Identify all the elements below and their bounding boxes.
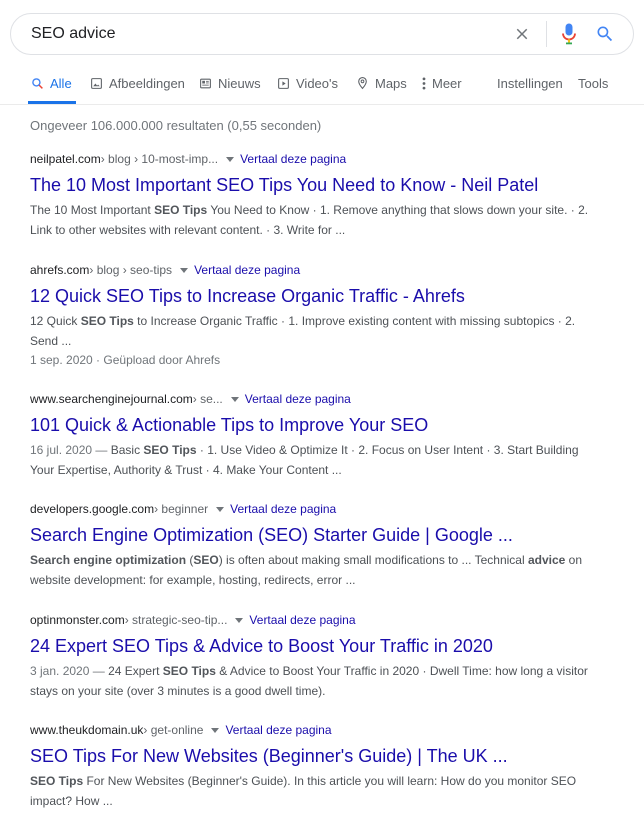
- chevron-down-icon[interactable]: [216, 506, 225, 512]
- search-box[interactable]: [10, 13, 634, 55]
- result-title[interactable]: 101 Quick & Actionable Tips to Improve Y…: [30, 413, 590, 437]
- result-url[interactable]: www.theukdomain.uk › get-online Vertaal …: [30, 722, 590, 738]
- snippet-highlight: SEO Tips: [143, 443, 197, 457]
- result-snippet: 3 jan. 2020 — 24 Expert SEO Tips & Advic…: [30, 662, 590, 701]
- result-path: › strategic-seo-tip...: [124, 613, 228, 627]
- more-vert-icon: [420, 76, 428, 90]
- search-result: optinmonster.com › strategic-seo-tip... …: [30, 612, 590, 701]
- tab-label: Meer: [432, 76, 462, 91]
- tab-settings[interactable]: Instellingen: [497, 76, 563, 104]
- search-icon[interactable]: [587, 14, 623, 54]
- snippet-highlight: SEO Tips: [30, 774, 84, 788]
- result-url[interactable]: optinmonster.com › strategic-seo-tip... …: [30, 612, 590, 628]
- image-icon: [89, 76, 103, 90]
- snippet-highlight: SEO Tips: [154, 203, 208, 217]
- result-stats: Ongeveer 106.000.000 resultaten (0,55 se…: [30, 118, 322, 133]
- snippet-text: The 10 Most Important: [30, 203, 155, 217]
- tab-videos[interactable]: Video's: [276, 76, 338, 104]
- result-domain: www.theukdomain.uk: [30, 723, 144, 737]
- search-result: neilpatel.com › blog › 10-most-imp... Ve…: [30, 151, 590, 240]
- snippet-date: 16 jul. 2020 —: [30, 443, 111, 457]
- chevron-down-icon[interactable]: [180, 267, 189, 273]
- tab-tools[interactable]: Tools: [578, 76, 608, 104]
- result-url[interactable]: neilpatel.com › blog › 10-most-imp... Ve…: [30, 151, 590, 167]
- result-domain: optinmonster.com: [30, 613, 125, 627]
- snippet-highlight: SEO: [193, 553, 219, 567]
- tab-news[interactable]: Nieuws: [198, 76, 261, 104]
- chevron-down-icon[interactable]: [226, 156, 235, 162]
- search-result: ahrefs.com › blog › seo-tips Vertaal dez…: [30, 262, 590, 370]
- search-icon: [30, 76, 44, 90]
- translate-link[interactable]: Vertaal deze pagina: [240, 151, 346, 167]
- snippet-highlight: SEO Tips: [162, 664, 216, 678]
- chevron-down-icon[interactable]: [235, 617, 244, 623]
- result-url[interactable]: developers.google.com › beginner Vertaal…: [30, 501, 590, 517]
- result-domain: ahrefs.com: [30, 263, 90, 277]
- translate-link[interactable]: Vertaal deze pagina: [245, 391, 351, 407]
- result-path: › blog › seo-tips: [89, 263, 173, 277]
- result-path: › get-online: [143, 723, 204, 737]
- tab-more[interactable]: Meer: [420, 76, 462, 104]
- microphone-icon[interactable]: [551, 14, 587, 54]
- snippet-text: 12 Quick: [30, 314, 81, 328]
- result-path: › se...: [192, 392, 223, 406]
- snippet-date: 3 jan. 2020 —: [30, 664, 109, 678]
- translate-link[interactable]: Vertaal deze pagina: [225, 722, 331, 738]
- tab-label: Nieuws: [218, 76, 261, 91]
- map-pin-icon: [355, 76, 369, 90]
- translate-link[interactable]: Vertaal deze pagina: [194, 262, 300, 278]
- result-domain: www.searchenginejournal.com: [30, 392, 193, 406]
- result-domain: developers.google.com: [30, 502, 155, 516]
- video-icon: [276, 76, 290, 90]
- tab-images[interactable]: Afbeeldingen: [89, 76, 185, 104]
- translate-link[interactable]: Vertaal deze pagina: [230, 501, 336, 517]
- result-snippet: The 10 Most Important SEO Tips You Need …: [30, 201, 590, 240]
- snippet-highlight: advice: [527, 553, 566, 567]
- tab-all[interactable]: Alle: [28, 76, 76, 104]
- snippet-text: 24 Expert: [108, 664, 163, 678]
- result-snippet: 16 jul. 2020 — Basic SEO Tips · 1. Use V…: [30, 441, 590, 480]
- tab-label: Video's: [296, 76, 338, 91]
- result-title[interactable]: The 10 Most Important SEO Tips You Need …: [30, 173, 590, 197]
- result-snippet: Search engine optimization (SEO) is ofte…: [30, 551, 590, 590]
- search-result: www.searchenginejournal.com › se... Vert…: [30, 391, 590, 480]
- result-snippet: SEO Tips For New Websites (Beginner's Gu…: [30, 772, 590, 811]
- result-title[interactable]: 24 Expert SEO Tips & Advice to Boost You…: [30, 634, 590, 658]
- result-title[interactable]: SEO Tips For New Websites (Beginner's Gu…: [30, 744, 590, 768]
- chevron-down-icon[interactable]: [230, 396, 239, 402]
- snippet-text: ) is often about making small modificati…: [218, 553, 528, 567]
- search-divider: [546, 21, 547, 47]
- tab-label: Instellingen: [497, 76, 563, 91]
- search-result: www.theukdomain.uk › get-online Vertaal …: [30, 722, 590, 811]
- result-meta: 1 sep. 2020 · Geüpload door Ahrefs: [30, 353, 221, 367]
- tab-label: Afbeeldingen: [109, 76, 185, 91]
- snippet-highlight: SEO Tips: [80, 314, 134, 328]
- snippet-highlight: Search engine optimization: [30, 553, 187, 567]
- clear-icon[interactable]: [502, 14, 542, 54]
- tab-label: Alle: [50, 76, 72, 91]
- result-snippet: 12 Quick SEO Tips to Increase Organic Tr…: [30, 312, 590, 351]
- result-domain: neilpatel.com: [30, 152, 101, 166]
- result-url[interactable]: www.searchenginejournal.com › se... Vert…: [30, 391, 590, 407]
- result-title[interactable]: 12 Quick SEO Tips to Increase Organic Tr…: [30, 284, 590, 308]
- chevron-down-icon[interactable]: [211, 727, 220, 733]
- result-path: › blog › 10-most-imp...: [100, 152, 219, 166]
- result-url[interactable]: ahrefs.com › blog › seo-tips Vertaal dez…: [30, 262, 590, 278]
- result-title[interactable]: Search Engine Optimization (SEO) Starter…: [30, 523, 590, 547]
- search-result: developers.google.com › beginner Vertaal…: [30, 501, 590, 590]
- search-tabs: Alle Afbeeldingen Nieuws Video's Maps Me…: [0, 70, 644, 105]
- snippet-text: For New Websites (Beginner's Guide). In …: [30, 774, 577, 808]
- tab-label: Maps: [375, 76, 407, 91]
- tab-label: Tools: [578, 76, 609, 91]
- search-input[interactable]: [31, 25, 491, 43]
- snippet-text: Basic: [110, 443, 144, 457]
- translate-link[interactable]: Vertaal deze pagina: [249, 612, 355, 628]
- news-icon: [198, 76, 212, 90]
- tab-maps[interactable]: Maps: [355, 76, 407, 104]
- result-path: › beginner: [154, 502, 209, 516]
